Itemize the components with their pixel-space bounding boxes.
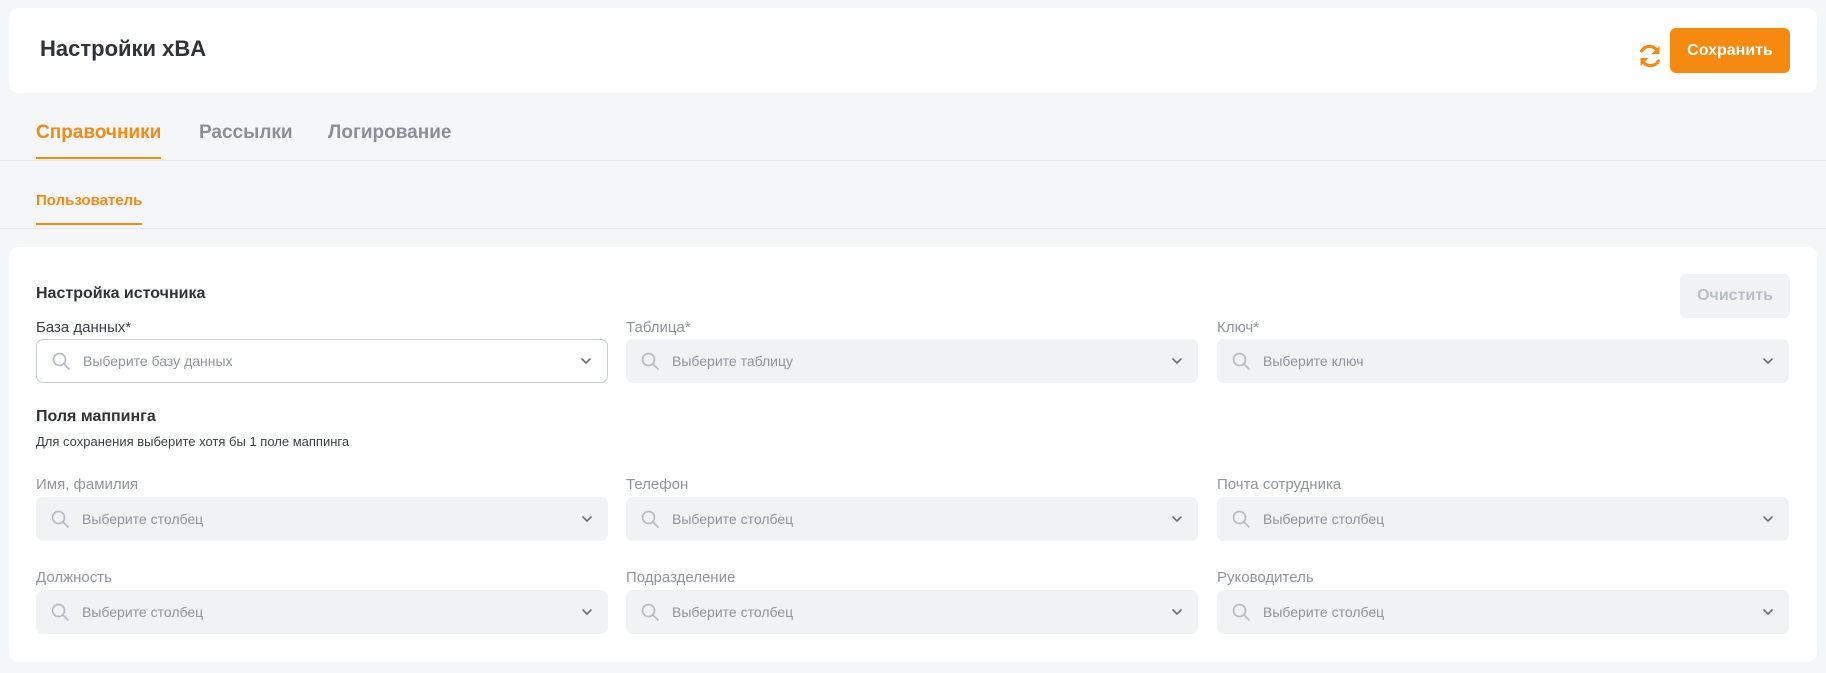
position-select[interactable]: Выберите столбец — [36, 590, 608, 634]
page-title: Настройки xBA — [40, 36, 207, 61]
key-placeholder: Выберите ключ — [1263, 353, 1364, 369]
search-icon — [641, 352, 659, 370]
search-icon — [51, 603, 69, 621]
database-placeholder: Выберите базу данных — [83, 353, 233, 369]
tab-mailings[interactable]: Рассылки — [199, 122, 293, 157]
name-label: Имя, фамилия — [36, 476, 139, 493]
key-select[interactable]: Выберите ключ — [1217, 339, 1789, 383]
refresh-icon — [1640, 44, 1660, 68]
chevron-down-icon — [1763, 609, 1773, 615]
phone-placeholder: Выберите столбец — [672, 511, 794, 527]
chevron-down-icon — [1172, 358, 1182, 364]
table-label: Таблица* — [626, 319, 691, 336]
search-icon — [51, 510, 69, 528]
database-select[interactable]: Выберите базу данных — [36, 339, 608, 383]
search-icon — [1232, 510, 1250, 528]
search-icon — [1232, 352, 1250, 370]
phone-label: Телефон — [626, 476, 689, 493]
tab-bar: Справочники Рассылки Логирование — [0, 108, 1826, 161]
name-select[interactable]: Выберите столбец — [36, 497, 608, 541]
database-label: База данных* — [36, 319, 132, 336]
search-icon — [1232, 603, 1250, 621]
manager-placeholder: Выберите столбец — [1263, 604, 1385, 620]
search-icon — [641, 603, 659, 621]
position-label: Должность — [36, 569, 112, 586]
chevron-down-icon — [1172, 609, 1182, 615]
subtab-bar: Пользователь — [0, 161, 1826, 229]
email-label: Почта сотрудника — [1217, 476, 1342, 493]
phone-select[interactable]: Выберите столбец — [626, 497, 1198, 541]
tab-logging[interactable]: Логирование — [328, 122, 451, 157]
table-placeholder: Выберите таблицу — [672, 353, 794, 369]
chevron-down-icon — [1763, 516, 1773, 522]
manager-select[interactable]: Выберите столбец — [1217, 590, 1789, 634]
chevron-down-icon — [1172, 516, 1182, 522]
chevron-down-icon — [582, 516, 592, 522]
department-label: Подразделение — [626, 569, 736, 586]
key-label: Ключ* — [1217, 319, 1260, 336]
email-placeholder: Выберите столбец — [1263, 511, 1385, 527]
manager-label: Руководитель — [1217, 569, 1314, 586]
mapping-section-title: Поля маппинга — [36, 408, 156, 425]
settings-card: Настройка источника Очистить База данных… — [9, 247, 1817, 662]
position-placeholder: Выберите столбец — [82, 604, 204, 620]
tab-directories[interactable]: Справочники — [36, 122, 162, 159]
table-select[interactable]: Выберите таблицу — [626, 339, 1198, 383]
department-select[interactable]: Выберите столбец — [626, 590, 1198, 634]
refresh-button[interactable] — [1627, 33, 1673, 79]
clear-button[interactable]: Очистить — [1680, 274, 1790, 318]
subtab-user[interactable]: Пользователь — [36, 192, 143, 225]
mapping-hint: Для сохранения выберите хотя бы 1 поле м… — [36, 434, 350, 449]
save-button[interactable]: Сохранить — [1670, 28, 1790, 73]
chevron-down-icon — [581, 358, 591, 364]
name-placeholder: Выберите столбец — [82, 511, 204, 527]
search-icon — [52, 352, 70, 370]
search-icon — [641, 510, 659, 528]
chevron-down-icon — [1763, 358, 1773, 364]
source-section-title: Настройка источника — [36, 285, 206, 302]
chevron-down-icon — [582, 609, 592, 615]
email-select[interactable]: Выберите столбец — [1217, 497, 1789, 541]
header-bar: Настройки xBA Сохранить — [9, 8, 1817, 93]
department-placeholder: Выберите столбец — [672, 604, 794, 620]
